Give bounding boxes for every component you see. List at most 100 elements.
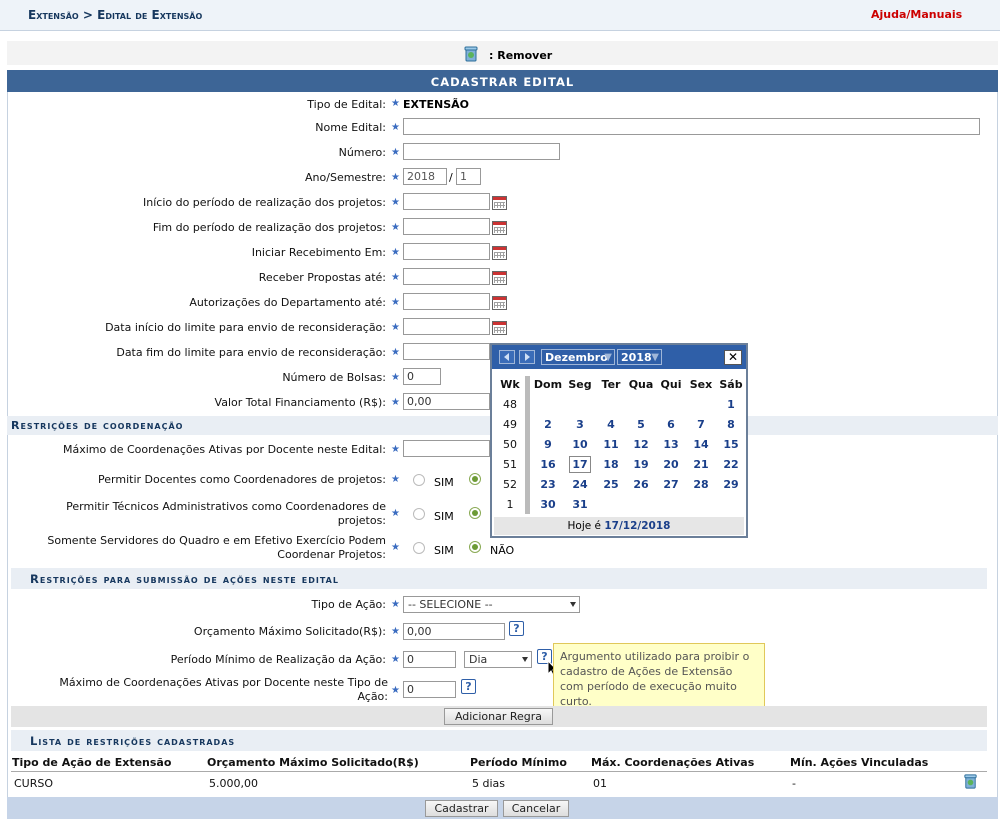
calendar-day[interactable]: 28	[686, 478, 716, 491]
required-icon: ★	[391, 98, 400, 109]
numero-bolsas-input[interactable]: 0	[403, 368, 441, 385]
ano-semestre-label: Ano/Semestre:	[305, 171, 386, 184]
calendar-day[interactable]: 19	[626, 458, 656, 471]
calendar-day[interactable]: 31	[565, 498, 595, 511]
calendar-icon[interactable]	[492, 296, 507, 310]
calendar-day[interactable]: 26	[626, 478, 656, 491]
fim-periodo-input[interactable]	[403, 218, 490, 235]
calendar-day[interactable]: 5	[626, 418, 656, 431]
cancelar-button[interactable]: Cancelar	[503, 800, 569, 817]
calendar-icon[interactable]	[492, 246, 507, 260]
trash-icon[interactable]	[962, 773, 979, 793]
tooltip-line: cadastro de Ações de Extensão	[560, 665, 733, 678]
calendar-day[interactable]: 30	[533, 498, 563, 511]
nao-radio[interactable]	[469, 541, 481, 553]
calendar-day[interactable]: 6	[656, 418, 686, 431]
add-rule-button[interactable]: Adicionar Regra	[444, 708, 553, 725]
calendar-day[interactable]: 3	[565, 418, 595, 431]
sim-radio[interactable]	[413, 542, 425, 554]
nome-edital-input[interactable]	[403, 118, 980, 135]
calendar-icon[interactable]	[492, 196, 507, 210]
calendar-day[interactable]: 2	[533, 418, 563, 431]
calendar-day[interactable]: 25	[596, 478, 626, 491]
calendar-icon[interactable]	[492, 321, 507, 335]
calendar-day[interactable]: 13	[656, 438, 686, 451]
required-icon: ★	[391, 297, 400, 308]
iniciar-recebimento-input[interactable]	[403, 243, 490, 260]
week-number: 1	[506, 498, 514, 511]
column-header: Orçamento Máximo Solicitado(R$)	[207, 756, 419, 769]
data-fim-limite-input[interactable]	[403, 343, 490, 360]
calendar-day[interactable]: 17	[569, 456, 591, 473]
calendar-day[interactable]: 10	[565, 438, 595, 451]
calendar-day[interactable]: 7	[686, 418, 716, 431]
required-icon: ★	[391, 197, 400, 208]
calendar-day[interactable]: 12	[626, 438, 656, 451]
calendar-day[interactable]: 29	[716, 478, 746, 491]
orcamento-input[interactable]: 0,00	[403, 623, 505, 640]
calendar-day[interactable]: 18	[596, 458, 626, 471]
max-coord-input[interactable]	[403, 440, 490, 457]
ano-separator: /	[449, 171, 453, 184]
year-value: 2018	[621, 351, 652, 364]
help-icon[interactable]: ?	[461, 679, 476, 694]
calendar-day[interactable]: 15	[716, 438, 746, 451]
orcamento-label: Orçamento Máximo Solicitado(R$):	[193, 625, 386, 638]
next-month-icon[interactable]	[519, 350, 535, 364]
calendar-day[interactable]: 14	[686, 438, 716, 451]
tooltip: Argumento utilizado para proibir o cadas…	[553, 643, 765, 714]
calendar-day[interactable]: 27	[656, 478, 686, 491]
today-label: Hoje é	[567, 520, 602, 532]
today-bar[interactable]: Hoje é 17/12/2018	[494, 517, 744, 535]
breadcrumb: Extensão > Edital de Extensão	[28, 8, 203, 22]
max-coord-tipo-input[interactable]: 0	[403, 681, 456, 698]
year-select[interactable]: 2018 ▼	[617, 349, 662, 365]
close-icon[interactable]: ✕	[724, 350, 742, 365]
periodo-minimo-input[interactable]: 0	[403, 651, 456, 668]
calendar-day[interactable]: 16	[533, 458, 563, 471]
numero-input[interactable]	[403, 143, 560, 160]
nao-radio[interactable]	[469, 507, 481, 519]
data-inicio-limite-label: Data início do limite para envio de reco…	[105, 321, 386, 334]
calendar-day[interactable]: 21	[686, 458, 716, 471]
week-header: Wk	[500, 378, 520, 391]
calendar-icon[interactable]	[492, 221, 507, 235]
section-lista-title: Lista de restrições cadastradas	[30, 734, 236, 748]
calendar-day[interactable]: 1	[716, 398, 746, 411]
calendar-day[interactable]: 24	[565, 478, 595, 491]
prev-month-icon[interactable]	[499, 350, 515, 364]
periodo-unit-select[interactable]: Dia	[464, 651, 532, 668]
calendar-day[interactable]: 4	[596, 418, 626, 431]
semestre-input[interactable]: 1	[456, 168, 481, 185]
week-column-bar	[525, 376, 530, 514]
tipo-acao-select[interactable]: -- SELECIONE --	[403, 596, 580, 613]
valor-total-input[interactable]: 0,00	[403, 393, 490, 410]
help-link[interactable]: Ajuda/Manuais	[871, 8, 962, 21]
calendar-day[interactable]: 23	[533, 478, 563, 491]
day-header: Sáb	[719, 378, 743, 391]
calendar-day[interactable]: 9	[533, 438, 563, 451]
calendar-day[interactable]: 8	[716, 418, 746, 431]
calendar-day[interactable]: 11	[596, 438, 626, 451]
ano-input[interactable]: 2018	[403, 168, 447, 185]
data-inicio-limite-input[interactable]	[403, 318, 490, 335]
sim-radio[interactable]	[413, 474, 425, 486]
calendar-day[interactable]: 22	[716, 458, 746, 471]
section-submissao-title: Restrições para submissão de ações neste…	[30, 572, 339, 586]
week-number: 49	[503, 418, 517, 431]
trash-icon	[462, 45, 480, 66]
calendar-day[interactable]: 20	[656, 458, 686, 471]
month-select[interactable]: Dezembro ▼	[541, 349, 615, 365]
nao-radio[interactable]	[469, 473, 481, 485]
autorizacoes-input[interactable]	[403, 293, 490, 310]
required-icon: ★	[391, 397, 400, 408]
somente-servidores-label-2: Coordenar Projetos:	[277, 548, 386, 561]
cadastrar-button[interactable]: Cadastrar	[425, 800, 498, 817]
sim-label: SIM	[434, 544, 454, 557]
help-icon[interactable]: ?	[509, 621, 524, 636]
receber-propostas-input[interactable]	[403, 268, 490, 285]
sim-radio[interactable]	[413, 508, 425, 520]
inicio-periodo-input[interactable]	[403, 193, 490, 210]
day-header: Qua	[628, 378, 654, 391]
calendar-icon[interactable]	[492, 271, 507, 285]
